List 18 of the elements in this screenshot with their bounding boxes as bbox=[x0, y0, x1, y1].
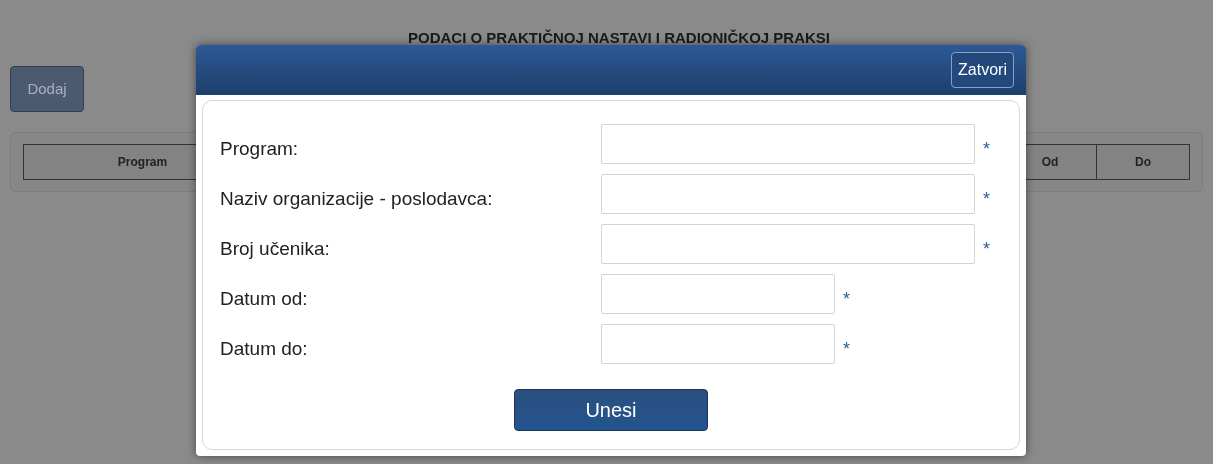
input-field[interactable] bbox=[601, 124, 975, 164]
input-field[interactable] bbox=[601, 174, 975, 214]
column-header: Do bbox=[1096, 145, 1189, 179]
required-mark: * bbox=[843, 340, 850, 358]
required-mark: * bbox=[843, 290, 850, 308]
input-field[interactable] bbox=[601, 274, 835, 314]
required-mark: * bbox=[983, 140, 990, 158]
input-field[interactable] bbox=[601, 324, 835, 364]
required-mark: * bbox=[983, 190, 990, 208]
close-button[interactable]: Zatvori bbox=[951, 52, 1014, 88]
field-label: Datum od: bbox=[220, 286, 309, 311]
field-label: Broj učenika: bbox=[220, 236, 331, 261]
page-title: PODACI O PRAKTIČNOJ NASTAVI I RADIONIČKOJ PRAKSI bbox=[407, 29, 831, 47]
input-field[interactable] bbox=[601, 224, 975, 264]
submit-button[interactable]: Unesi bbox=[514, 389, 708, 431]
field-label: Naziv organizacije - poslodavca: bbox=[220, 186, 494, 211]
field-label: Datum do: bbox=[220, 336, 309, 361]
required-mark: * bbox=[983, 240, 990, 258]
